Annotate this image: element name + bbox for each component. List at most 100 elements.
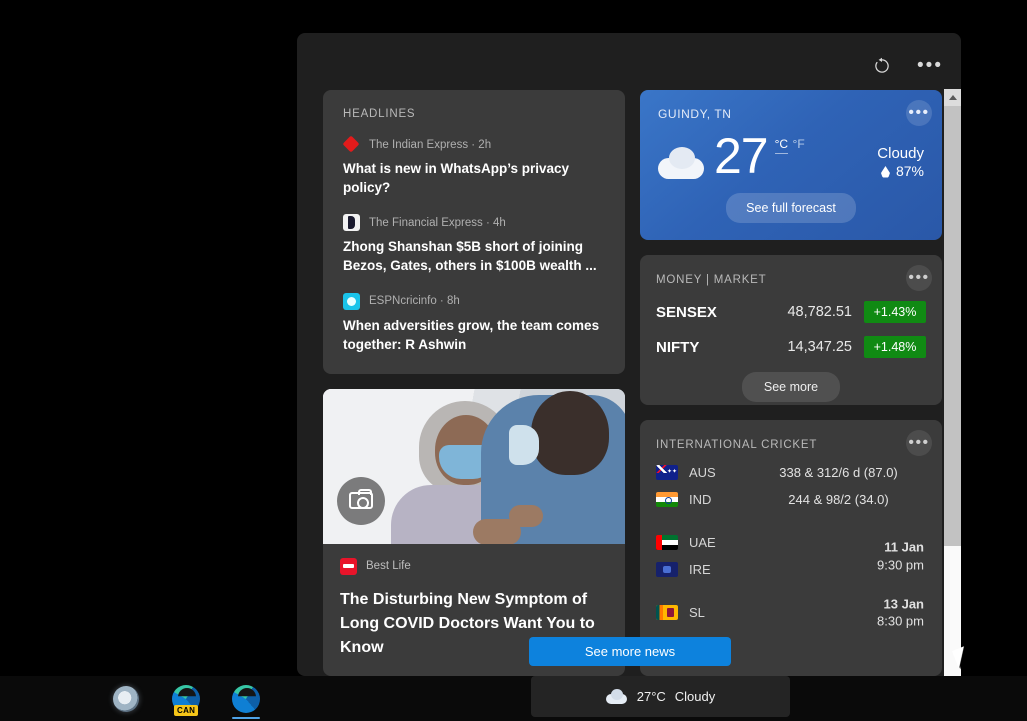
taskbar-settings-icon[interactable] [108,681,144,717]
taskbar: CAN 27°C Cloudy [0,676,1027,721]
weather-unit-toggle[interactable]: °C °F [775,135,805,153]
camera-icon [337,477,385,525]
see-more-news-button[interactable]: See more news [529,637,731,666]
headlines-title: HEADLINES [343,108,605,120]
cricket-team-code: AUS [689,465,751,480]
headline-source-label: The Financial Express · 4h [369,217,506,229]
cricket-team-code: UAE [689,535,751,550]
cricket-team-score: 244 & 98/2 (34.0) [751,492,926,507]
cricket-match-date: 13 Jan [884,596,924,611]
taskbar-weather-condition: Cloudy [675,689,715,704]
weather-unit-fahrenheit[interactable]: °F [793,135,805,151]
cricket-team-score: 338 & 312/6 d (87.0) [751,465,926,480]
weather-condition: Cloudy [877,145,924,162]
news-article-card[interactable]: Best Life The Disturbing New Symptom of … [323,389,625,676]
market-index-change: +1.48% [864,336,926,358]
headline-text[interactable]: When adversities grow, the team comes to… [343,316,605,354]
flag-ind-icon [656,492,678,507]
cricket-match[interactable]: SL 13 Jan 8:30 pm [656,605,926,620]
headline-source-label: The Indian Express · 2h [369,139,491,151]
taskbar-weather-widget[interactable]: 27°C Cloudy [531,676,790,717]
flag-ire-icon [656,562,678,577]
market-title: MONEY | MARKET [656,274,766,286]
financial-express-icon [343,214,360,231]
weather-unit-celsius[interactable]: °C [775,137,788,154]
desktop: ••• HEADLINES The Indian Express · 2h Wh… [0,0,1027,721]
cricket-team-code: SL [689,605,751,620]
indian-express-icon [343,136,360,153]
market-index-value: 14,347.25 [766,339,864,355]
weather-details: Cloudy 87% [877,145,924,179]
market-more-button[interactable]: ••• [906,265,932,291]
canary-badge: CAN [174,705,198,716]
widgets-content: HEADLINES The Indian Express · 2h What i… [323,90,943,676]
weather-card[interactable]: GUINDY, TN ••• 27 °C °F Cloudy [640,90,942,240]
cricket-team-code: IRE [689,562,751,577]
headline-source-row: The Financial Express · 4h [343,214,605,231]
more-icon: ••• [908,108,929,118]
taskbar-edge-icon[interactable] [228,681,264,717]
cricket-match-time: 13 Jan 8:30 pm [877,595,924,630]
cricket-match-date: 11 Jan [884,539,924,554]
active-app-indicator [232,717,260,719]
headline-text[interactable]: Zhong Shanshan $5B short of joining Bezo… [343,237,605,275]
taskbar-weather-temperature: 27°C [637,689,666,704]
news-source-row: Best Life [340,558,608,575]
cricket-match[interactable]: AUS 338 & 312/6 d (87.0) IND 244 & 98/2 … [656,465,926,507]
cricket-match[interactable]: UAE IRE 11 Jan 9:30 pm [656,535,926,577]
cricket-match-clock: 9:30 pm [877,557,924,572]
market-index-name: SENSEX [656,304,766,321]
cricket-title: INTERNATIONAL CRICKET [656,439,817,451]
espncricinfo-icon [343,293,360,310]
market-index-name: NIFTY [656,339,766,356]
left-column: HEADLINES The Indian Express · 2h What i… [323,90,625,676]
water-drop-icon [881,166,890,178]
panel-more-button[interactable]: ••• [913,49,947,83]
cricket-more-button[interactable]: ••• [906,430,932,456]
news-article-image [323,389,625,544]
headlines-card: HEADLINES The Indian Express · 2h What i… [323,90,625,374]
more-icon: ••• [908,273,929,283]
cricket-team-row: IND 244 & 98/2 (34.0) [656,492,926,507]
weather-main-row: 27 °C °F Cloudy 87% [658,131,924,181]
headline-source-row: ESPNcricinfo · 8h [343,293,605,310]
refresh-icon[interactable] [865,49,899,83]
more-icon: ••• [917,61,943,71]
scroll-up-button[interactable] [944,89,961,106]
chevron-up-icon [949,95,957,100]
panel-scrollbar[interactable] [944,89,961,676]
cloud-icon [658,143,708,181]
taskbar-icons: CAN [108,681,264,717]
flag-uae-icon [656,535,678,550]
flag-aus-icon [656,465,678,480]
cricket-match-time: 11 Jan 9:30 pm [877,538,924,573]
headline-item[interactable]: The Financial Express · 4h Zhong Shansha… [343,214,605,275]
headline-text[interactable]: What is new in WhatsApp’s privacy policy… [343,159,605,197]
more-icon: ••• [908,438,929,448]
news-source-label: Best Life [366,560,411,572]
market-row[interactable]: NIFTY 14,347.25 +1.48% [656,336,926,358]
cricket-team-row: AUS 338 & 312/6 d (87.0) [656,465,926,480]
cricket-team-code: IND [689,492,751,507]
market-card: MONEY | MARKET ••• SENSEX 48,782.51 +1.4… [640,255,942,405]
weather-location: GUINDY, TN [658,107,732,121]
see-full-forecast-button[interactable]: See full forecast [726,193,856,223]
market-row[interactable]: SENSEX 48,782.51 +1.43% [656,301,926,323]
headline-item[interactable]: ESPNcricinfo · 8h When adversities grow,… [343,293,605,354]
weather-humidity-row: 87% [877,163,924,179]
panel-header: ••• [865,49,947,83]
market-index-value: 48,782.51 [766,304,864,320]
market-index-change: +1.43% [864,301,926,323]
taskbar-edge-canary-icon[interactable]: CAN [168,681,204,717]
cloud-icon [606,689,628,705]
widgets-panel: ••• HEADLINES The Indian Express · 2h Wh… [297,33,961,676]
headline-source-row: The Indian Express · 2h [343,136,605,153]
market-see-more-button[interactable]: See more [742,372,840,402]
headline-item[interactable]: The Indian Express · 2h What is new in W… [343,136,605,197]
cricket-match-clock: 8:30 pm [877,614,924,629]
weather-more-button[interactable]: ••• [906,100,932,126]
weather-temperature: 27 [714,131,768,181]
scrollbar-thumb[interactable] [944,106,961,546]
weather-humidity-value: 87% [896,163,924,179]
bestlife-logo-icon [340,558,357,575]
